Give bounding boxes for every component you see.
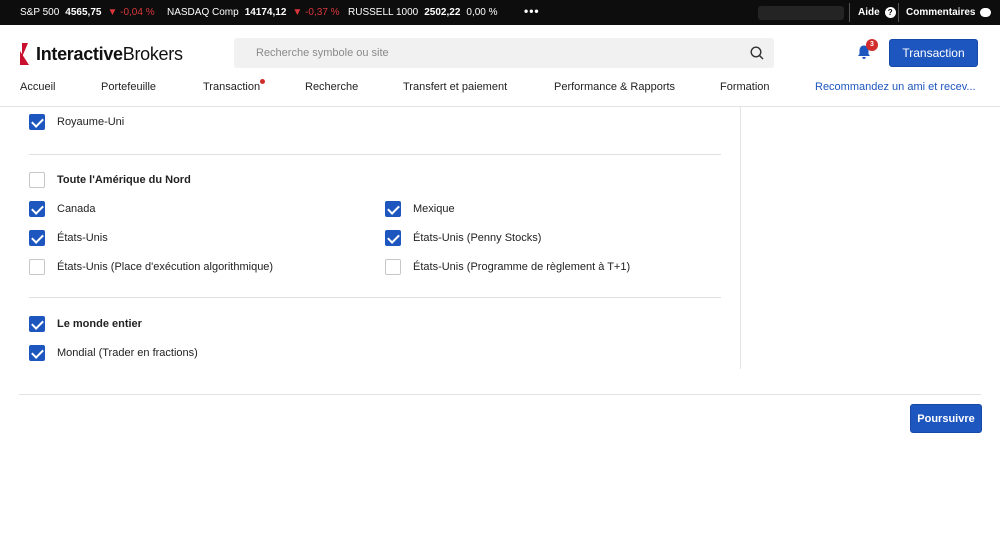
trade-button[interactable]: Transaction <box>889 39 978 67</box>
account-info-redacted <box>758 6 844 20</box>
checkbox-row-united-states[interactable]: États-Unis <box>29 230 108 246</box>
continue-button[interactable]: Poursuivre <box>910 404 982 433</box>
checkbox-checked[interactable] <box>385 201 401 217</box>
checkbox-unchecked[interactable] <box>29 172 45 188</box>
nav-item-portfolio[interactable]: Portefeuille <box>101 81 156 93</box>
checkbox-label: Royaume-Uni <box>57 116 125 128</box>
question-icon: ? <box>884 7 896 18</box>
nav-alert-dot-icon <box>260 79 265 84</box>
ticker-more-icon[interactable]: ••• <box>524 4 540 18</box>
ticker-value: 2502,22 <box>424 7 461 18</box>
divider <box>898 3 899 22</box>
checkbox-row-us-t1-settlement[interactable]: États-Unis (Programme de règlement à T+1… <box>385 259 630 275</box>
help-label: Aide <box>858 7 880 18</box>
checkbox-checked[interactable] <box>29 201 45 217</box>
ticker-change: ▼ -0,04 % <box>107 7 155 18</box>
checkbox-unchecked[interactable] <box>385 259 401 275</box>
ticker-item-russell[interactable]: RUSSELL 1000 2502,22 0,00 % <box>348 0 498 25</box>
nav-item-home[interactable]: Accueil <box>20 81 55 93</box>
section-title: Le monde entier <box>57 318 142 330</box>
main-nav: Accueil Portefeuille Transaction Recherc… <box>0 79 1000 99</box>
checkbox-checked[interactable] <box>29 345 45 361</box>
checkbox-row-united-kingdom[interactable]: Royaume-Uni <box>29 114 124 130</box>
logo-text-brokers: Brokers <box>122 43 183 64</box>
checkbox-label: États-Unis <box>57 232 108 244</box>
notification-count-badge: 3 <box>866 39 878 51</box>
checkbox-label: États-Unis (Place d'exécution algorithmi… <box>57 261 274 273</box>
feedback-label: Commentaires <box>906 7 976 18</box>
chat-bubble-icon <box>980 8 992 17</box>
ticker-item-sp500[interactable]: S&P 500 4565,75 ▼ -0,04 % <box>20 0 155 25</box>
section-title: Toute l'Amérique du Nord <box>57 174 191 186</box>
checkbox-checked[interactable] <box>29 114 45 130</box>
section-divider <box>29 154 721 155</box>
checkbox-unchecked[interactable] <box>29 259 45 275</box>
ticker-change: ▼ -0,37 % <box>292 7 340 18</box>
nav-item-performance[interactable]: Performance & Rapports <box>554 81 675 93</box>
exchange-permissions-panel: Royaume-Uni Toute l'Amérique du Nord Can… <box>0 107 1000 554</box>
panel-divider <box>740 107 741 369</box>
footer-divider <box>19 394 981 395</box>
ticker-change: 0,00 % <box>466 7 498 18</box>
ticker-name: RUSSELL 1000 <box>348 7 419 18</box>
checkbox-row-us-algo-venue[interactable]: États-Unis (Place d'exécution algorithmi… <box>29 259 273 275</box>
help-link[interactable]: Aide ? <box>858 0 896 25</box>
checkbox-label: Mexique <box>413 203 455 215</box>
search-input[interactable] <box>234 38 724 68</box>
checkbox-label: Canada <box>57 203 96 215</box>
ticker-name: NASDAQ Comp <box>167 7 239 18</box>
checkbox-label: Mondial (Trader en fractions) <box>57 347 198 359</box>
interactive-brokers-logo[interactable]: Interactive Brokers <box>19 43 183 65</box>
divider <box>849 3 850 22</box>
checkbox-row-canada[interactable]: Canada <box>29 201 96 217</box>
checkbox-label: États-Unis (Programme de règlement à T+1… <box>413 261 631 273</box>
checkbox-row-mexico[interactable]: Mexique <box>385 201 455 217</box>
search-icon[interactable] <box>750 46 764 60</box>
ticker-value: 4565,75 <box>65 7 102 18</box>
checkbox-checked[interactable] <box>385 230 401 246</box>
ib-logo-mark-icon <box>20 43 29 65</box>
section-divider <box>29 297 721 298</box>
ticker-value: 14174,12 <box>244 7 287 18</box>
checkbox-row-worldwide-all[interactable]: Le monde entier <box>29 316 142 332</box>
checkbox-row-global-fractions[interactable]: Mondial (Trader en fractions) <box>29 345 198 361</box>
ticker-name: S&P 500 <box>20 7 60 18</box>
checkbox-checked[interactable] <box>29 316 45 332</box>
main-header: InteractiveBrokers 3 Transaction Accueil… <box>0 25 1000 107</box>
checkbox-row-us-penny-stocks[interactable]: États-Unis (Penny Stocks) <box>385 230 541 246</box>
market-ticker-bar: S&P 500 4565,75 ▼ -0,04 % NASDAQ Comp 14… <box>0 0 1000 25</box>
checkbox-row-north-america-all[interactable]: Toute l'Amérique du Nord <box>29 172 191 188</box>
nav-item-education[interactable]: Formation <box>720 81 770 93</box>
nav-item-research[interactable]: Recherche <box>305 81 358 93</box>
nav-item-transfer[interactable]: Transfert et paiement <box>403 81 507 93</box>
nav-item-refer-friend[interactable]: Recommandez un ami et recev... <box>815 81 976 93</box>
logo-text-interactive: Interactive <box>36 43 123 64</box>
search-bar[interactable] <box>234 38 774 68</box>
nav-item-trade[interactable]: Transaction <box>203 81 260 93</box>
ticker-item-nasdaq[interactable]: NASDAQ Comp 14174,12 ▼ -0,37 % <box>167 0 340 25</box>
checkbox-label: États-Unis (Penny Stocks) <box>413 232 542 244</box>
feedback-link[interactable]: Commentaires <box>906 0 992 25</box>
checkbox-checked[interactable] <box>29 230 45 246</box>
